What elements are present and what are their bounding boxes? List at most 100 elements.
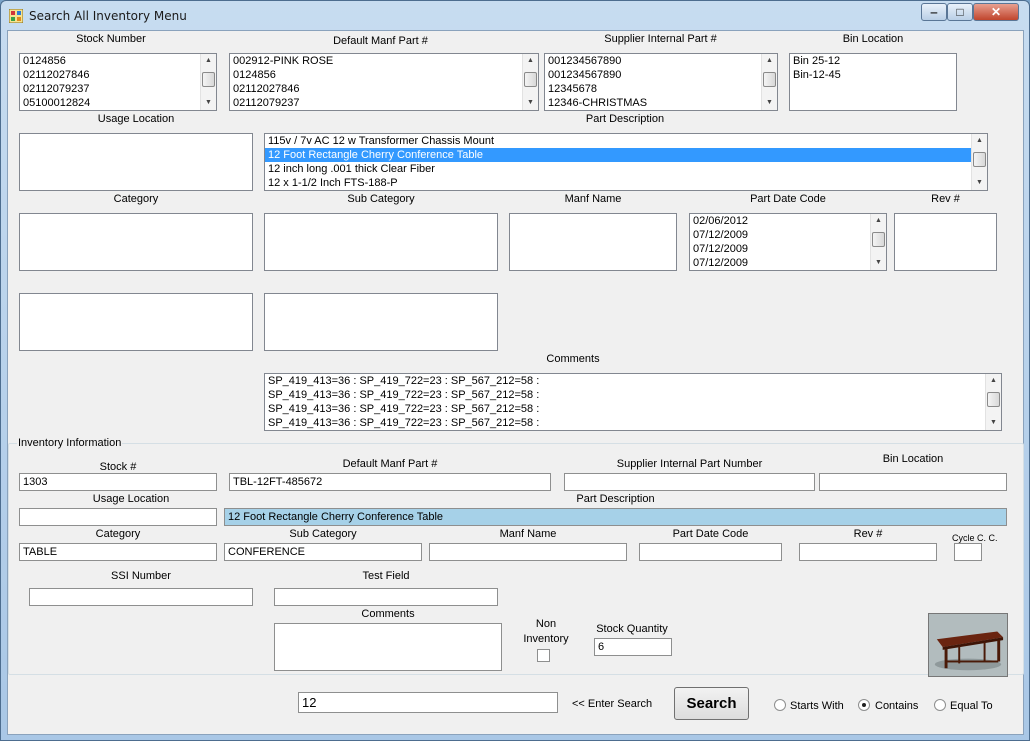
list-item[interactable]: 0124856: [20, 54, 216, 68]
sub-category-field[interactable]: CONFERENCE: [224, 543, 422, 561]
scroll-down-icon[interactable]: ▼: [986, 416, 1001, 430]
list-item[interactable]: 07/12/2009: [690, 256, 886, 270]
list-item[interactable]: SP_419_413=36 : SP_419_722=23 : SP_567_2…: [265, 388, 1001, 402]
scrollbar[interactable]: ▲ ▼: [985, 374, 1001, 430]
test-field[interactable]: [274, 588, 498, 606]
stock-number-label: Stock Number: [76, 33, 146, 45]
stock-field[interactable]: 1303: [19, 473, 217, 491]
contains-radio[interactable]: [858, 699, 870, 711]
scrollbar[interactable]: ▲ ▼: [761, 54, 777, 110]
list-item[interactable]: 02112079237: [20, 82, 216, 96]
list-item[interactable]: SP_419_413=36 : SP_419_722=23 : SP_567_2…: [265, 374, 1001, 388]
list-item[interactable]: 12346-CHRISTMAS: [545, 96, 777, 110]
list-item-selected[interactable]: 12 Foot Rectangle Cherry Conference Tabl…: [265, 148, 987, 162]
comments-label: Comments: [546, 353, 600, 365]
ssi-number-field[interactable]: [29, 588, 253, 606]
list-item[interactable]: SP_419_413=36 : SP_419_722=23 : SP_567_2…: [265, 416, 1001, 430]
part-description-field-label: Part Description: [576, 493, 655, 505]
scroll-thumb[interactable]: [872, 232, 885, 247]
scroll-up-icon[interactable]: ▲: [871, 214, 886, 228]
scrollbar[interactable]: ▲ ▼: [200, 54, 216, 110]
scrollbar[interactable]: ▲ ▼: [870, 214, 886, 270]
enter-search-hint: << Enter Search: [572, 698, 653, 710]
list-item[interactable]: 001234567890: [545, 68, 777, 82]
scrollbar[interactable]: ▲ ▼: [522, 54, 538, 110]
list-item[interactable]: 001234567890: [545, 54, 777, 68]
scrollbar[interactable]: ▲ ▼: [971, 134, 987, 190]
extra-list-1[interactable]: [19, 293, 253, 351]
comments-field[interactable]: [274, 623, 502, 671]
scroll-up-icon[interactable]: ▲: [986, 374, 1001, 388]
part-description-list[interactable]: 115v / 7v AC 12 w Transformer Chassis Mo…: [264, 133, 988, 191]
list-item[interactable]: Bin 25-12: [790, 54, 956, 68]
non-inventory-checkbox[interactable]: [537, 649, 550, 662]
stock-quantity-field[interactable]: 6: [594, 638, 672, 656]
search-button[interactable]: Search: [674, 687, 749, 720]
scroll-up-icon[interactable]: ▲: [201, 54, 216, 68]
list-item[interactable]: 12 inch long .001 thick Clear Fiber: [265, 162, 987, 176]
default-manf-part-field-label: Default Manf Part #: [342, 458, 438, 470]
list-item[interactable]: 002912-PINK ROSE: [230, 54, 538, 68]
stock-number-list[interactable]: 0124856 02112027846 02112079237 05100012…: [19, 53, 217, 111]
category-field[interactable]: TABLE: [19, 543, 217, 561]
list-item[interactable]: 02112027846: [20, 68, 216, 82]
list-item[interactable]: 05100012824: [20, 96, 216, 110]
list-item[interactable]: 115v / 7v AC 12 w Transformer Chassis Mo…: [265, 134, 987, 148]
equal-to-label[interactable]: Equal To: [950, 700, 993, 712]
list-item[interactable]: 02/06/2012: [690, 214, 886, 228]
default-manf-part-field[interactable]: TBL-12FT-485672: [229, 473, 551, 491]
close-button[interactable]: ✕: [973, 3, 1019, 21]
scroll-up-icon[interactable]: ▲: [523, 54, 538, 68]
list-item[interactable]: 02112079237: [230, 96, 538, 110]
scroll-down-icon[interactable]: ▼: [871, 256, 886, 270]
default-manf-part-list[interactable]: 002912-PINK ROSE 0124856 02112027846 021…: [229, 53, 539, 111]
scroll-thumb[interactable]: [524, 72, 537, 87]
list-item[interactable]: 07/12/2009: [690, 228, 886, 242]
equal-to-radio[interactable]: [934, 699, 946, 711]
rev-field[interactable]: [799, 543, 937, 561]
maximize-button[interactable]: □: [947, 3, 973, 21]
usage-location-field-label: Usage Location: [92, 493, 170, 505]
scroll-down-icon[interactable]: ▼: [201, 96, 216, 110]
scroll-down-icon[interactable]: ▼: [523, 96, 538, 110]
scroll-up-icon[interactable]: ▲: [972, 134, 987, 148]
search-input[interactable]: 12: [298, 692, 558, 713]
scroll-down-icon[interactable]: ▼: [762, 96, 777, 110]
scroll-thumb[interactable]: [973, 152, 986, 167]
list-item[interactable]: SP_419_413=36 : SP_419_722=23 : SP_567_2…: [265, 402, 1001, 416]
list-item[interactable]: 12 x 1-1/2 Inch FTS-188-P: [265, 176, 987, 190]
title-bar[interactable]: Search All Inventory Menu ‒ □ ✕: [1, 1, 1029, 31]
extra-list-2[interactable]: [264, 293, 498, 351]
part-date-code-list[interactable]: 02/06/2012 07/12/2009 07/12/2009 07/12/2…: [689, 213, 887, 271]
part-description-field[interactable]: 12 Foot Rectangle Cherry Conference Tabl…: [224, 508, 1007, 526]
rev-list[interactable]: [894, 213, 997, 271]
list-item[interactable]: 02112027846: [230, 82, 538, 96]
starts-with-label[interactable]: Starts With: [790, 700, 844, 712]
list-item[interactable]: 0124856: [230, 68, 538, 82]
manf-name-field[interactable]: [429, 543, 627, 561]
contains-label[interactable]: Contains: [875, 700, 918, 712]
supplier-internal-part-number-field[interactable]: [564, 473, 815, 491]
scroll-down-icon[interactable]: ▼: [972, 176, 987, 190]
comments-list[interactable]: SP_419_413=36 : SP_419_722=23 : SP_567_2…: [264, 373, 1002, 431]
scroll-thumb[interactable]: [987, 392, 1000, 407]
list-item[interactable]: 12345678: [545, 82, 777, 96]
list-item[interactable]: Bin-12-45: [790, 68, 956, 82]
part-date-code-label: Part Date Code: [750, 193, 826, 205]
cycle-cc-field[interactable]: [954, 543, 982, 561]
scroll-up-icon[interactable]: ▲: [762, 54, 777, 68]
minimize-button[interactable]: ‒: [921, 3, 947, 21]
part-date-code-field[interactable]: [639, 543, 782, 561]
bin-location-list[interactable]: Bin 25-12 Bin-12-45: [789, 53, 957, 111]
manf-name-list[interactable]: [509, 213, 677, 271]
bin-location-field[interactable]: [819, 473, 1007, 491]
category-list[interactable]: [19, 213, 253, 271]
list-item[interactable]: 07/12/2009: [690, 242, 886, 256]
scroll-thumb[interactable]: [763, 72, 776, 87]
scroll-thumb[interactable]: [202, 72, 215, 87]
starts-with-radio[interactable]: [774, 699, 786, 711]
usage-location-field[interactable]: [19, 508, 217, 526]
usage-location-list[interactable]: [19, 133, 253, 191]
sub-category-list[interactable]: [264, 213, 498, 271]
supplier-internal-part-list[interactable]: 001234567890 001234567890 12345678 12346…: [544, 53, 778, 111]
